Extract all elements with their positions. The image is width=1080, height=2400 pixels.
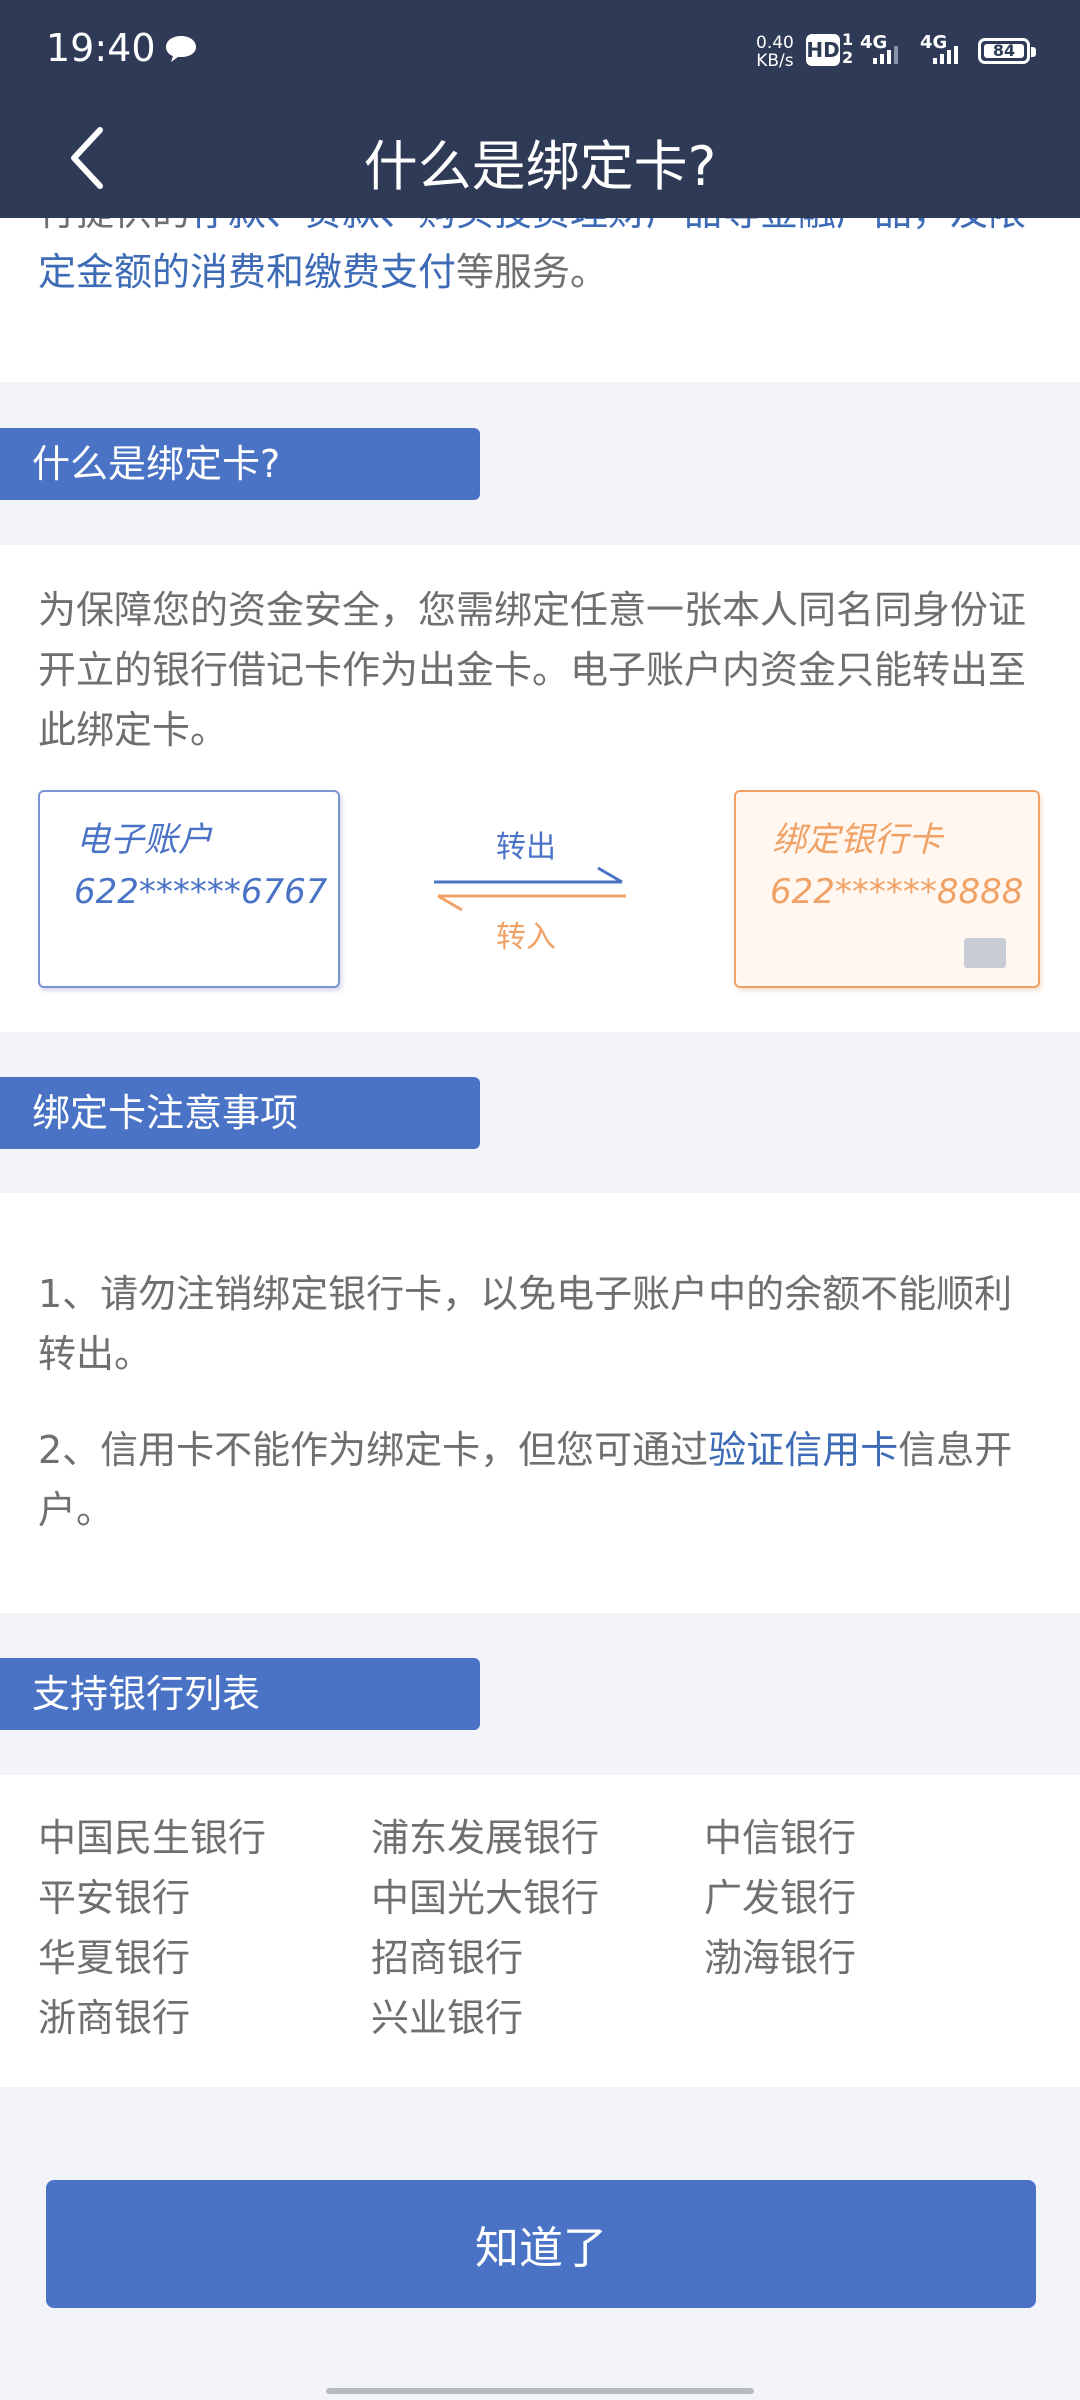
signal-bars-icon [873, 46, 898, 64]
bank-item: 华夏银行 [38, 1936, 191, 1980]
bank-card-number: 622******8888 [770, 872, 1024, 912]
bank-item: 浙商银行 [38, 1996, 191, 2040]
hd-voice-icon: HD [806, 34, 840, 66]
bank-item: 中信银行 [704, 1816, 857, 1860]
status-bar: 19:40 0.40 KB/s HD 1 2 4G 4G 84 [0, 0, 1080, 98]
transfer-out-label: 转出 [496, 830, 556, 865]
sim1-label: 1 [842, 30, 854, 49]
battery-icon: 84 [978, 38, 1036, 64]
section-heading-notes: 绑定卡注意事项 [0, 1077, 480, 1149]
home-indicator[interactable] [326, 2388, 754, 2394]
bank-item: 广发银行 [704, 1876, 857, 1920]
bank-item: 兴业银行 [371, 1996, 524, 2040]
page-title: 什么是绑定卡? [363, 135, 717, 198]
battery-level: 84 [984, 43, 1024, 59]
bank-item: 浦东发展银行 [371, 1816, 600, 1860]
status-time: 19:40 [46, 26, 156, 70]
bank-item: 中国光大银行 [371, 1876, 600, 1920]
got-it-button[interactable]: 知道了 [46, 2180, 1036, 2308]
bank-item: 渤海银行 [704, 1936, 857, 1980]
bank-card-title: 绑定银行卡 [772, 820, 942, 860]
e-account-card: 电子账户 622******6767 [38, 790, 340, 988]
transfer-in-label: 转入 [496, 920, 556, 955]
section-heading-what: 什么是绑定卡? [0, 428, 480, 500]
e-account-number: 622******6767 [74, 872, 328, 912]
signal-bars-icon [933, 46, 958, 64]
bank-item: 招商银行 [371, 1936, 524, 1980]
notes-panel [0, 1193, 1080, 1613]
verify-credit-card-link[interactable]: 验证信用卡 [708, 1428, 898, 1472]
note-item-2: 2、信用卡不能作为绑定卡，但您可通过验证信用卡信息开户。 [38, 1428, 1013, 1532]
note-item-1: 1、请勿注销绑定银行卡，以免电子账户中的余额不能顺利转出。 [38, 1272, 1013, 1376]
message-bubble-icon [166, 36, 196, 62]
net-speed: 0.40 KB/s [756, 33, 794, 71]
bank-item: 中国民生银行 [38, 1816, 267, 1860]
what-description: 为保障您的资金安全，您需绑定任意一张本人同名同身份证开立的银行借记卡作为出金卡。… [38, 588, 1027, 752]
card-chip-icon [964, 938, 1006, 968]
bound-bank-card: 绑定银行卡 622******8888 [734, 790, 1040, 988]
section-heading-banks: 支持银行列表 [0, 1658, 480, 1730]
e-account-title: 电子账户 [76, 820, 212, 860]
bank-item: 平安银行 [38, 1876, 191, 1920]
sim2-label: 2 [842, 48, 854, 67]
nav-bar: 什么是绑定卡? [0, 98, 1080, 218]
bank-list: 中国民生银行 浦东发展银行 中信银行 平安银行 中国光大银行 广发银行 华夏银行… [38, 1808, 1048, 2048]
